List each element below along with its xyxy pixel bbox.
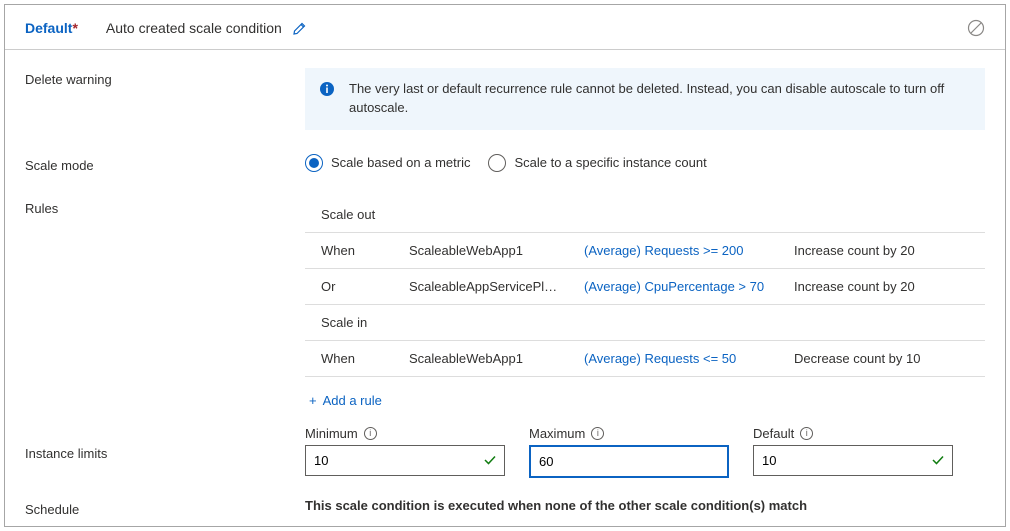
rule-resource: ScaleableAppServicePl… (409, 279, 584, 294)
table-row[interactable]: Or ScaleableAppServicePl… (Average) CpuP… (305, 269, 985, 305)
rules-row: Rules Scale out When ScaleableWebApp1 (A… (5, 197, 1005, 420)
scale-in-header: Scale in (305, 305, 985, 341)
instance-limits-label: Instance limits (25, 426, 305, 461)
radio-dot-icon (305, 154, 323, 172)
minimum-label: Minimum (305, 426, 358, 441)
rules-table: Scale out When ScaleableWebApp1 (Average… (305, 197, 985, 377)
limits-group: Minimum i Maximum i (305, 426, 985, 478)
scale-mode-radio-group: Scale based on a metric Scale to a speci… (305, 154, 985, 172)
default-label: Default (753, 426, 794, 441)
rule-metric-link[interactable]: (Average) Requests <= 50 (584, 351, 794, 366)
panel-body: Delete warning The very last or default … (5, 50, 1005, 517)
plus-icon: + (309, 393, 317, 408)
info-icon[interactable]: i (591, 427, 604, 440)
schedule-label: Schedule (25, 498, 305, 517)
check-icon (483, 453, 497, 467)
table-row[interactable]: When ScaleableWebApp1 (Average) Requests… (305, 233, 985, 269)
condition-subtitle: Auto created scale condition (106, 20, 282, 36)
schedule-row: Schedule This scale condition is execute… (5, 498, 1005, 517)
panel-header: Default* Auto created scale condition (5, 5, 1005, 50)
schedule-text: This scale condition is executed when no… (305, 498, 807, 513)
default-input[interactable] (753, 445, 953, 476)
radio-scale-instance[interactable]: Scale to a specific instance count (488, 154, 706, 172)
rule-condition: Or (321, 279, 409, 294)
rule-condition: When (321, 351, 409, 366)
rule-action: Increase count by 20 (794, 243, 969, 258)
rules-label: Rules (25, 197, 305, 216)
condition-title[interactable]: Default* (25, 20, 78, 36)
scale-out-header: Scale out (305, 197, 985, 233)
info-banner-text: The very last or default recurrence rule… (349, 81, 944, 115)
limit-minimum: Minimum i (305, 426, 505, 478)
delete-warning-row: Delete warning The very last or default … (5, 68, 1005, 130)
scale-mode-label: Scale mode (25, 154, 305, 173)
add-rule-button[interactable]: + Add a rule (305, 377, 985, 420)
check-icon (931, 453, 945, 467)
rule-condition: When (321, 243, 409, 258)
scale-condition-panel: Default* Auto created scale condition De… (4, 4, 1006, 527)
limit-default: Default i (753, 426, 953, 478)
info-icon (319, 81, 335, 97)
limit-maximum: Maximum i (529, 426, 729, 478)
radio-label: Scale to a specific instance count (514, 155, 706, 170)
rule-resource: ScaleableWebApp1 (409, 243, 584, 258)
instance-limits-row: Instance limits Minimum i (5, 426, 1005, 478)
info-icon[interactable]: i (800, 427, 813, 440)
maximum-input[interactable] (529, 445, 729, 478)
info-banner: The very last or default recurrence rule… (305, 68, 985, 130)
rule-metric-link[interactable]: (Average) Requests >= 200 (584, 243, 794, 258)
scale-mode-row: Scale mode Scale based on a metric Scale… (5, 154, 1005, 173)
required-indicator: * (72, 20, 77, 36)
rule-action: Increase count by 20 (794, 279, 969, 294)
radio-scale-metric[interactable]: Scale based on a metric (305, 154, 470, 172)
delete-warning-label: Delete warning (25, 68, 305, 87)
minimum-input[interactable] (305, 445, 505, 476)
radio-label: Scale based on a metric (331, 155, 470, 170)
rule-resource: ScaleableWebApp1 (409, 351, 584, 366)
info-icon[interactable]: i (364, 427, 377, 440)
table-row[interactable]: When ScaleableWebApp1 (Average) Requests… (305, 341, 985, 377)
rule-metric-link[interactable]: (Average) CpuPercentage > 70 (584, 279, 794, 294)
edit-icon[interactable] (292, 20, 308, 36)
radio-dot-icon (488, 154, 506, 172)
rule-action: Decrease count by 10 (794, 351, 969, 366)
maximum-label: Maximum (529, 426, 585, 441)
add-rule-label: Add a rule (323, 393, 382, 408)
block-icon[interactable] (967, 19, 985, 37)
